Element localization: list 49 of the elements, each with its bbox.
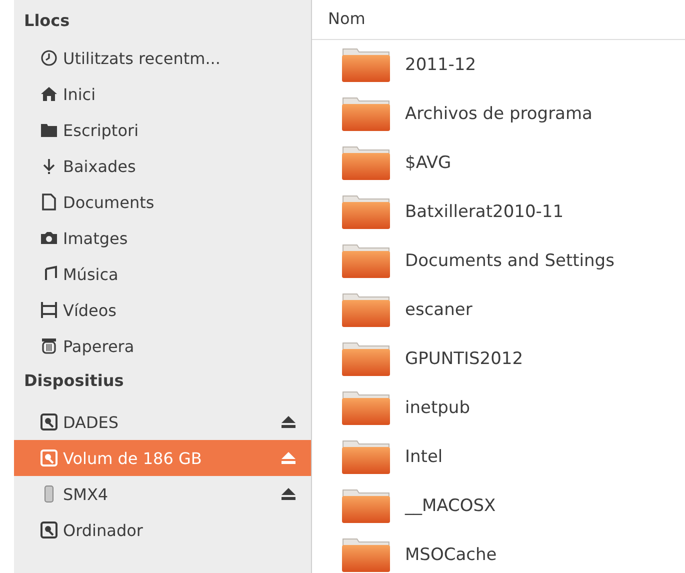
folder-icon xyxy=(341,438,391,474)
folder-icon xyxy=(341,390,391,426)
file-row[interactable]: 2011-12 xyxy=(312,40,685,89)
document-icon xyxy=(40,193,58,211)
file-row[interactable]: __MACOSX xyxy=(312,481,685,530)
section-heading: Dispositius xyxy=(23,370,125,392)
drive-icon xyxy=(40,521,58,539)
file-row[interactable]: GPUNTIS2012 xyxy=(312,334,685,383)
sidebar-item[interactable]: DADES xyxy=(14,404,311,440)
file-row[interactable]: inetpub xyxy=(312,383,685,432)
sidebar-item[interactable]: SMX4 xyxy=(14,476,311,512)
file-row[interactable]: $AVG xyxy=(312,138,685,187)
file-row[interactable]: Intel xyxy=(312,432,685,481)
sidebar-item[interactable]: Escriptori xyxy=(14,112,311,148)
section-heading: Llocs xyxy=(23,10,71,32)
folder-icon xyxy=(341,96,391,132)
folder-icon xyxy=(341,242,391,278)
folder-icon xyxy=(341,488,391,524)
sidebar-item[interactable]: Utilitzats recentm... xyxy=(14,40,311,76)
folder-icon xyxy=(341,194,391,230)
eject-icon[interactable] xyxy=(280,415,297,429)
folder-icon xyxy=(341,144,391,180)
folder-icon xyxy=(40,121,58,139)
file-row[interactable]: escaner xyxy=(312,285,685,334)
camera-icon xyxy=(40,229,58,247)
folder-icon xyxy=(341,340,391,376)
sidebar-item[interactable]: Paperera xyxy=(14,328,311,364)
file-row[interactable]: Documents and Settings xyxy=(312,236,685,285)
sidebar-item[interactable]: Documents xyxy=(14,184,311,220)
folder-icon xyxy=(341,46,391,82)
sidebar-item[interactable]: Vídeos xyxy=(14,292,311,328)
file-row[interactable]: MSOCache xyxy=(312,530,685,573)
eject-icon[interactable] xyxy=(280,487,297,501)
film-icon xyxy=(40,301,58,319)
file-row[interactable]: Batxillerat2010-11 xyxy=(312,187,685,236)
sidebar-item[interactable]: Baixades xyxy=(14,148,311,184)
drive-icon xyxy=(40,449,58,467)
trash-icon xyxy=(40,337,58,355)
clock-icon xyxy=(40,49,58,67)
home-icon xyxy=(40,85,58,103)
sidebar-item[interactable]: Imatges xyxy=(14,220,311,256)
drive-icon xyxy=(40,413,58,431)
file-row[interactable]: Archivos de programa xyxy=(312,89,685,138)
folder-icon xyxy=(341,536,391,572)
folder-icon xyxy=(341,292,391,328)
sidebar-item[interactable]: Música xyxy=(14,256,311,292)
sidebar-item[interactable]: Inici xyxy=(14,76,311,112)
sidebar-item[interactable]: Ordinador xyxy=(14,512,311,548)
column-header[interactable]: Nom xyxy=(312,0,685,40)
